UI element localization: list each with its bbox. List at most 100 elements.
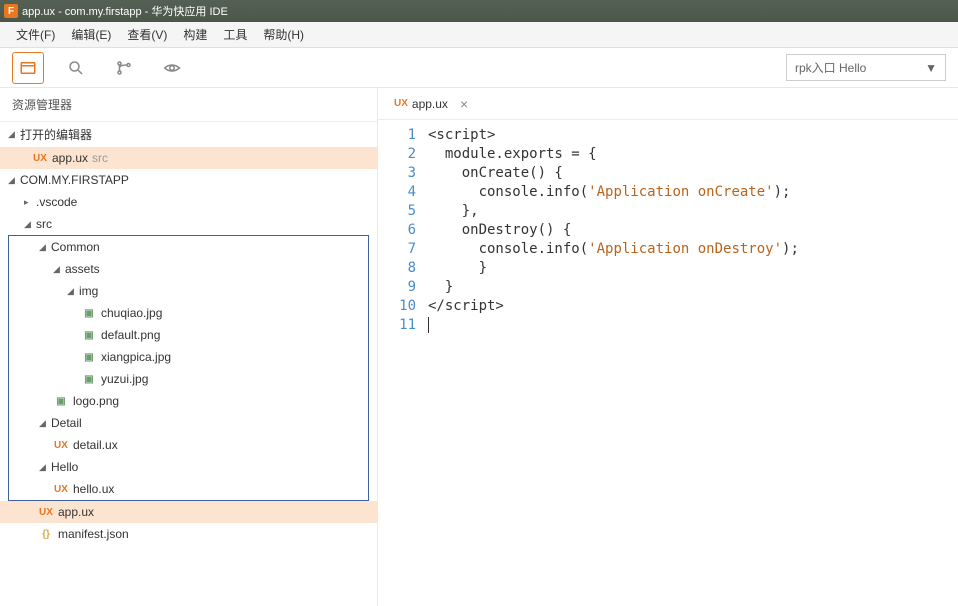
open-editor-item[interactable]: UX app.ux src xyxy=(0,147,377,169)
main: 资源管理器 ◢ 打开的编辑器 UX app.ux src ◢ COM.MY.FI… xyxy=(0,88,958,606)
menu-view[interactable]: 查看(V) xyxy=(119,22,175,47)
titlebar: F app.ux - com.my.firstapp - 华为快应用 IDE xyxy=(0,0,958,22)
file-label: manifest.json xyxy=(58,527,129,541)
text-cursor xyxy=(428,317,429,333)
file-label: detail.ux xyxy=(73,438,118,452)
code-content[interactable]: <script> module.exports = { onCreate() {… xyxy=(428,126,958,606)
folder-label: Detail xyxy=(51,416,82,430)
code-line: } xyxy=(428,259,958,278)
folder-label: img xyxy=(79,284,98,298)
line-number: 3 xyxy=(378,164,416,183)
tree-folder-vscode[interactable]: ▸ .vscode xyxy=(0,191,377,213)
tab-label: app.ux xyxy=(412,97,448,111)
menu-build[interactable]: 构建 xyxy=(175,22,215,47)
chevron-down-icon: ◢ xyxy=(24,219,34,230)
sidebar: 资源管理器 ◢ 打开的编辑器 UX app.ux src ◢ COM.MY.FI… xyxy=(0,88,378,606)
ux-icon: UX xyxy=(53,482,69,496)
chevron-down-icon: ◢ xyxy=(67,286,77,297)
project-name: COM.MY.FIRSTAPP xyxy=(20,173,129,187)
tree-file-default[interactable]: ▣ default.png xyxy=(9,324,368,346)
menu-file[interactable]: 文件(F) xyxy=(8,22,63,47)
open-editors-header[interactable]: ◢ 打开的编辑器 xyxy=(0,122,377,147)
tree-folder-detail[interactable]: ◢ Detail xyxy=(9,412,368,434)
image-icon: ▣ xyxy=(81,350,97,364)
menubar: 文件(F) 编辑(E) 查看(V) 构建 工具 帮助(H) xyxy=(0,22,958,48)
chevron-down-icon: ◢ xyxy=(8,129,18,140)
ux-icon: UX xyxy=(32,151,48,165)
line-number: 4 xyxy=(378,183,416,202)
file-label: hello.ux xyxy=(73,482,114,496)
tree-folder-src[interactable]: ◢ src xyxy=(0,213,377,235)
code-line: onCreate() { xyxy=(428,164,958,183)
menu-tools[interactable]: 工具 xyxy=(215,22,255,47)
editor-tabs: UX app.ux × xyxy=(378,88,958,120)
preview-button[interactable] xyxy=(156,52,188,84)
image-icon: ▣ xyxy=(81,306,97,320)
menu-help[interactable]: 帮助(H) xyxy=(255,22,312,47)
tree-folder-hello[interactable]: ◢ Hello xyxy=(9,456,368,478)
tree-file-xiangpica[interactable]: ▣ xiangpica.jpg xyxy=(9,346,368,368)
chevron-down-icon: ◢ xyxy=(39,242,49,253)
image-icon: ▣ xyxy=(53,394,69,408)
tree-folder-img[interactable]: ◢ img xyxy=(9,280,368,302)
code-editor[interactable]: 1 2 3 4 5 6 7 8 9 10 11 <script> module.… xyxy=(378,120,958,606)
chevron-down-icon: ▼ xyxy=(925,61,937,75)
chevron-down-icon: ◢ xyxy=(53,264,63,275)
search-button[interactable] xyxy=(60,52,92,84)
code-line: <script> xyxy=(428,126,958,145)
tree-file-logo[interactable]: ▣ logo.png xyxy=(9,390,368,412)
folder-label: Common xyxy=(51,240,100,254)
chevron-down-icon: ◢ xyxy=(39,418,49,429)
line-number: 8 xyxy=(378,259,416,278)
project-header[interactable]: ◢ COM.MY.FIRSTAPP xyxy=(0,169,377,191)
tree-file-helloux[interactable]: UX hello.ux xyxy=(9,478,368,500)
code-line: module.exports = { xyxy=(428,145,958,164)
line-number: 11 xyxy=(378,316,416,335)
chevron-right-icon: ▸ xyxy=(24,197,34,208)
file-label: yuzui.jpg xyxy=(101,372,148,386)
branch-button[interactable] xyxy=(108,52,140,84)
image-icon: ▣ xyxy=(81,372,97,386)
file-label: xiangpica.jpg xyxy=(101,350,171,364)
chevron-down-icon: ◢ xyxy=(8,175,18,186)
file-label: app.ux xyxy=(58,505,94,519)
tree-file-detailux[interactable]: UX detail.ux xyxy=(9,434,368,456)
json-icon: {} xyxy=(38,527,54,541)
line-number: 2 xyxy=(378,145,416,164)
file-name: app.ux xyxy=(52,151,88,165)
code-line: onDestroy() { xyxy=(428,221,958,240)
open-editors-label: 打开的编辑器 xyxy=(20,126,92,143)
folder-label: .vscode xyxy=(36,195,77,209)
explorer-button[interactable] xyxy=(12,52,44,84)
folder-label: assets xyxy=(65,262,100,276)
code-line: </script> xyxy=(428,297,958,316)
entry-dropdown-label: rpk入口 Hello xyxy=(795,59,866,76)
close-icon[interactable]: × xyxy=(460,96,468,112)
line-number: 6 xyxy=(378,221,416,240)
line-number: 7 xyxy=(378,240,416,259)
tree-file-chuqiao[interactable]: ▣ chuqiao.jpg xyxy=(9,302,368,324)
line-number: 1 xyxy=(378,126,416,145)
tree-folder-assets[interactable]: ◢ assets xyxy=(9,258,368,280)
image-icon: ▣ xyxy=(81,328,97,342)
code-line xyxy=(428,316,958,335)
folder-label: Hello xyxy=(51,460,78,474)
code-line: } xyxy=(428,278,958,297)
line-number: 9 xyxy=(378,278,416,297)
tree-file-appux[interactable]: UX app.ux xyxy=(0,501,377,523)
file-label: chuqiao.jpg xyxy=(101,306,162,320)
titlebar-text: app.ux - com.my.firstapp - 华为快应用 IDE xyxy=(22,3,228,19)
menu-edit[interactable]: 编辑(E) xyxy=(63,22,119,47)
file-label: logo.png xyxy=(73,394,119,408)
file-tree: ◢ 打开的编辑器 UX app.ux src ◢ COM.MY.FIRSTAPP… xyxy=(0,122,377,545)
line-number: 5 xyxy=(378,202,416,221)
entry-dropdown[interactable]: rpk入口 Hello ▼ xyxy=(786,54,946,81)
ux-icon: UX xyxy=(394,98,408,109)
tree-folder-common[interactable]: ◢ Common xyxy=(9,236,368,258)
tab-appux[interactable]: UX app.ux × xyxy=(386,92,476,116)
code-line: }, xyxy=(428,202,958,221)
editor-pane: UX app.ux × 1 2 3 4 5 6 7 8 9 10 11 <scr… xyxy=(378,88,958,606)
tree-file-manifest[interactable]: {} manifest.json xyxy=(0,523,377,545)
tree-file-yuzui[interactable]: ▣ yuzui.jpg xyxy=(9,368,368,390)
ux-icon: UX xyxy=(38,505,54,519)
